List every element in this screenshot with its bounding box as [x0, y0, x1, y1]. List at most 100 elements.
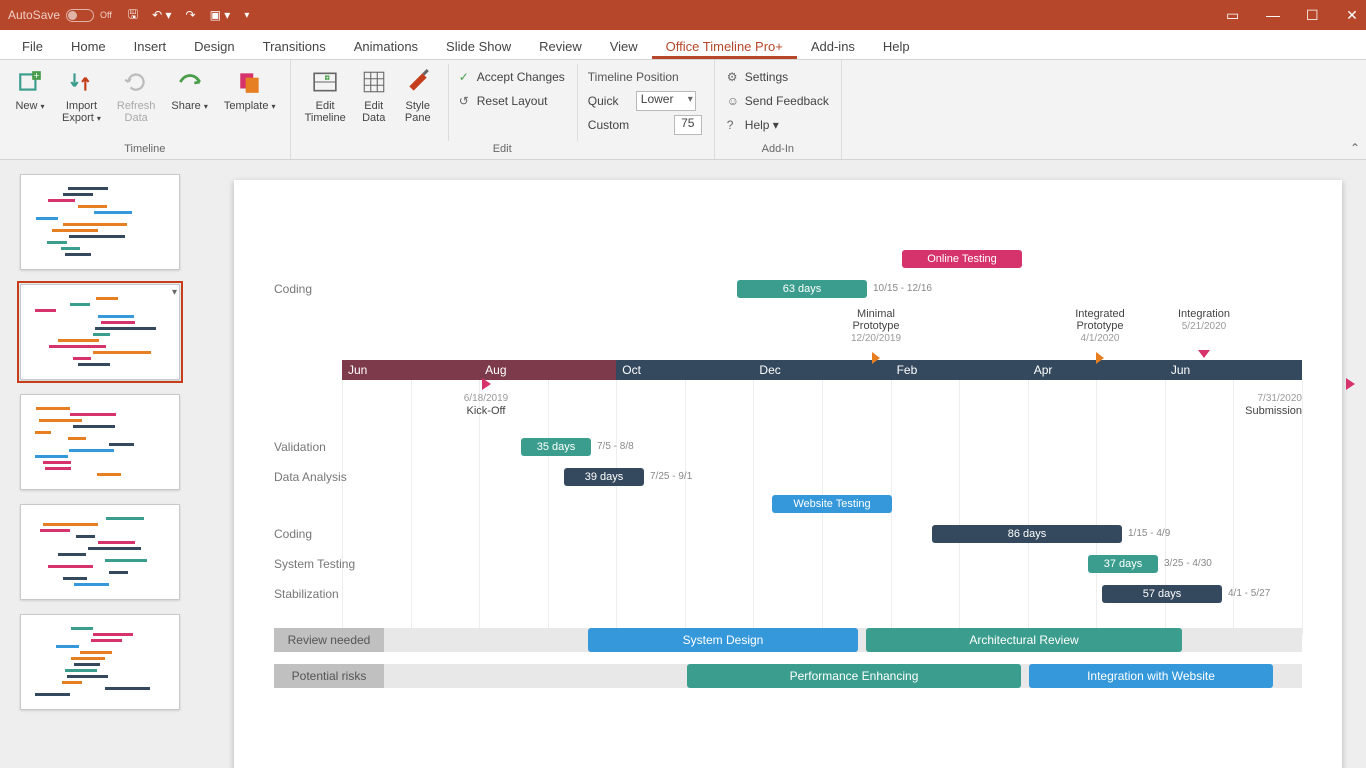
work-area: JunAugOctDecFebAprJun Coding 63 days 10/15… [0, 160, 1366, 768]
ribbon-group-label: Add-In [723, 141, 833, 159]
present-icon[interactable]: ▣ ▾ [210, 5, 231, 26]
quick-position-select[interactable]: Lower [636, 91, 696, 111]
task-bar[interactable]: 35 days [521, 438, 591, 456]
send-feedback-button[interactable]: ☺Send Feedback [727, 90, 829, 112]
menu-transitions[interactable]: Transitions [249, 33, 340, 59]
style-pane-button[interactable]: StylePane [396, 64, 440, 141]
slide-canvas[interactable]: JunAugOctDecFebAprJun Coding 63 days 10/15… [234, 180, 1342, 768]
summary-label: Review needed [274, 628, 384, 652]
summary-bar[interactable]: Performance Enhancing [687, 664, 1021, 688]
accept-changes-button[interactable]: ✓Accept Changes [459, 66, 565, 88]
edit-timeline-button[interactable]: + EditTimeline [299, 64, 352, 141]
axis-month: Jun [1165, 360, 1302, 380]
settings-button[interactable]: ⚙ Settings [727, 66, 829, 88]
button-label: EditTimeline [305, 100, 346, 124]
svg-text:+: + [325, 75, 329, 82]
axis-month: Oct [616, 360, 753, 380]
template-icon [234, 66, 266, 98]
template-button[interactable]: Template ▾ [218, 64, 282, 141]
milestone-marker-icon [1346, 378, 1355, 390]
edit-data-button[interactable]: EditData [352, 64, 396, 141]
maximize-icon[interactable]: ☐ [1306, 7, 1318, 24]
row-label: Help ▾ [745, 118, 779, 132]
row-label: Coding [274, 527, 312, 541]
task-dates: 1/15 - 4/9 [1128, 528, 1170, 539]
row-label: Send Feedback [745, 94, 829, 108]
task-dates: 4/1 - 5/27 [1228, 588, 1270, 599]
help-button[interactable]: ? Help ▾ [727, 114, 829, 136]
ribbon-display-icon[interactable]: ▭ [1226, 7, 1238, 24]
redo-icon[interactable]: ↷ [186, 5, 196, 26]
button-label: Template ▾ [224, 100, 276, 113]
menu-insert[interactable]: Insert [120, 33, 181, 59]
menu-view[interactable]: View [596, 33, 652, 59]
save-icon[interactable]: 🖫 [128, 5, 138, 26]
ribbon-group-label: Edit [299, 141, 706, 159]
menu-help[interactable]: Help [869, 33, 924, 59]
menu-review[interactable]: Review [525, 33, 596, 59]
timeline-axis: JunAugOctDecFebAprJun [342, 360, 1302, 380]
menu-bar: FileHomeInsertDesignTransitionsAnimation… [0, 30, 1366, 60]
slide-editor[interactable]: JunAugOctDecFebAprJun Coding 63 days 10/15… [210, 160, 1366, 768]
minimize-icon[interactable]: ― [1266, 7, 1278, 24]
autosave-state: Off [100, 10, 112, 20]
slide-thumbnail-1[interactable] [20, 174, 180, 270]
row-icon: ↺ [459, 94, 473, 108]
autosave-control[interactable]: AutoSave Off [8, 8, 112, 22]
task-bar[interactable]: 37 days [1088, 555, 1158, 573]
slide-thumbnail-4[interactable] [20, 504, 180, 600]
summary-label: Potential risks [274, 664, 384, 688]
timeline-position-title: Timeline Position [588, 66, 702, 88]
slide-thumbnail-5[interactable] [20, 614, 180, 710]
task-dates: 10/15 - 12/16 [873, 283, 932, 294]
row-label: Accept Changes [477, 70, 565, 84]
window-controls: ▭ ― ☐ ✕ [1226, 7, 1358, 24]
refresh-data-icon [120, 66, 152, 98]
autosave-toggle-icon[interactable] [66, 9, 94, 22]
milestone-label: 6/18/2019Kick-Off [446, 392, 526, 417]
task-bar[interactable]: 86 days [932, 525, 1122, 543]
style-pane-icon [402, 66, 434, 98]
menu-office-timeline-pro-[interactable]: Office Timeline Pro+ [652, 33, 797, 59]
undo-icon[interactable]: ↶ ▾ [152, 5, 171, 26]
menu-design[interactable]: Design [180, 33, 248, 59]
axis-month: Jun [342, 360, 479, 380]
task-bar[interactable]: 63 days [737, 280, 867, 298]
row-label: Settings [745, 70, 788, 84]
task-bar[interactable]: Website Testing [772, 495, 892, 513]
task-bar[interactable]: 39 days [564, 468, 644, 486]
axis-month: Dec [753, 360, 890, 380]
row-label: Stabilization [274, 587, 339, 601]
summary-bar[interactable]: Architectural Review [866, 628, 1182, 652]
share-button[interactable]: Share ▾ [165, 64, 213, 141]
custom-label: Custom [588, 118, 632, 132]
collapse-ribbon-icon[interactable]: ⌃ [1350, 141, 1360, 155]
menu-slide-show[interactable]: Slide Show [432, 33, 525, 59]
axis-month: Feb [891, 360, 1028, 380]
menu-file[interactable]: File [8, 33, 57, 59]
import-export-button[interactable]: ImportExport ▾ [56, 64, 107, 141]
quick-access-toolbar: 🖫 ↶ ▾ ↷ ▣ ▾ ▾ [128, 5, 249, 26]
qat-more-icon[interactable]: ▾ [244, 5, 249, 26]
row-icon: ⚙ [727, 70, 741, 84]
summary-bar[interactable]: System Design [588, 628, 858, 652]
reset-layout-button[interactable]: ↺Reset Layout [459, 90, 565, 112]
menu-animations[interactable]: Animations [340, 33, 432, 59]
menu-add-ins[interactable]: Add-ins [797, 33, 869, 59]
new-button[interactable]: +New ▾ [8, 64, 52, 141]
button-label: EditData [362, 100, 385, 124]
ribbon-group-timeline: +New ▾ImportExport ▾RefreshDataShare ▾Te… [0, 60, 291, 159]
custom-position-input[interactable]: 75 [674, 115, 702, 135]
menu-home[interactable]: Home [57, 33, 120, 59]
slide-thumbnail-2[interactable] [20, 284, 180, 380]
close-icon[interactable]: ✕ [1346, 7, 1358, 24]
row-label: System Testing [274, 557, 355, 571]
summary-bar[interactable]: Integration with Website [1029, 664, 1273, 688]
slide-thumbnails[interactable] [0, 160, 210, 768]
row-label: Data Analysis [274, 470, 347, 484]
task-bar[interactable]: Online Testing [902, 250, 1022, 268]
task-bar[interactable]: 57 days [1102, 585, 1222, 603]
autosave-label: AutoSave [8, 8, 60, 22]
row-icon: ? [727, 118, 741, 132]
slide-thumbnail-3[interactable] [20, 394, 180, 490]
